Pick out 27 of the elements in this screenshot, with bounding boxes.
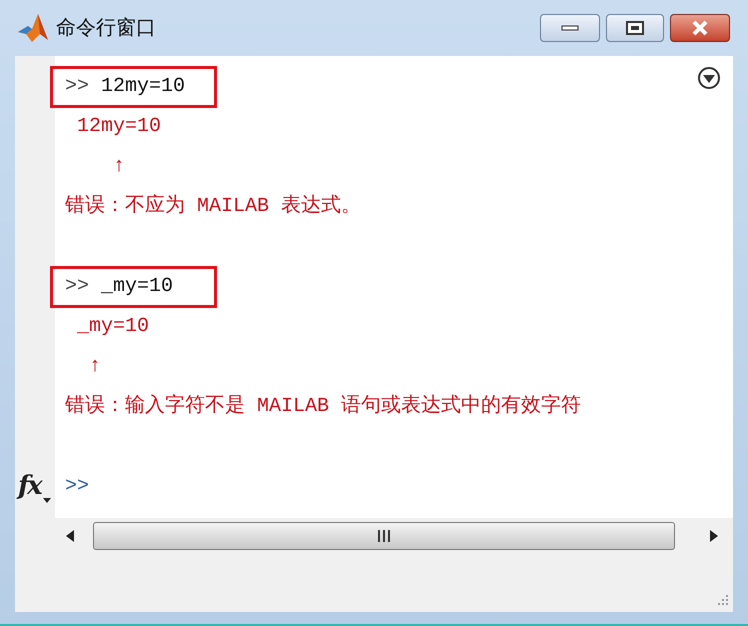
maximize-icon: [626, 21, 644, 35]
prompt: >>: [65, 475, 90, 499]
error-caret: ↑: [112, 155, 126, 179]
maximize-button[interactable]: [606, 14, 664, 42]
close-button[interactable]: [670, 14, 730, 42]
scroll-right-icon[interactable]: [709, 529, 719, 543]
minimize-button[interactable]: [540, 14, 600, 42]
echo-text: _my=10: [76, 315, 150, 339]
caret-icon: [43, 498, 51, 503]
error-message: 错误：输入字符不是 MAILAB 语句或表达式中的有效字符: [65, 395, 582, 419]
scroll-left-icon[interactable]: [65, 529, 75, 543]
prompt: >>: [65, 275, 90, 299]
prompt: >>: [65, 75, 90, 99]
dropdown-icon[interactable]: [697, 66, 721, 90]
matlab-logo-icon: [16, 12, 50, 44]
close-icon: [691, 20, 709, 36]
command-text: 12my=10: [101, 75, 186, 99]
echo-text: 12my=10: [76, 115, 162, 139]
window-title: 命令行窗口: [56, 16, 156, 41]
command-text: _my=10: [101, 275, 174, 299]
scrollbar-thumb[interactable]: [93, 522, 675, 550]
error-message: 错误：不应为 MAILAB 表达式。: [65, 195, 362, 219]
grip-icon: [376, 529, 392, 543]
resize-grip-icon[interactable]: [715, 594, 729, 608]
function-button[interactable]: fx: [18, 468, 52, 504]
error-caret: ↑: [88, 355, 102, 379]
minimize-icon: [561, 25, 579, 31]
